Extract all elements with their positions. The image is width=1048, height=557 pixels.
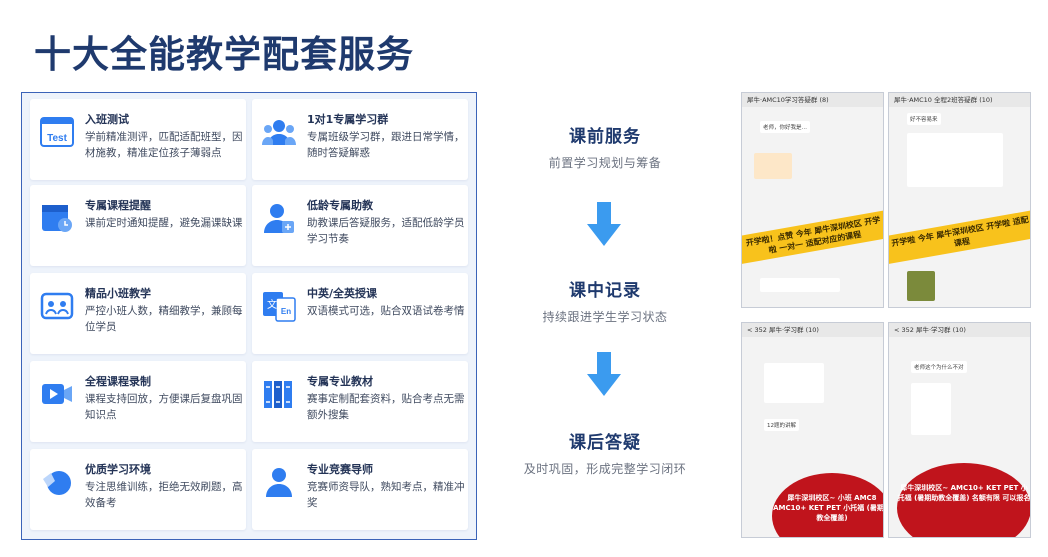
- step-desc: 持续跟进学生学习状态: [542, 310, 668, 324]
- service-card-course-reminder: 专属课程提醒 课前定时通知提醒，避免漏课缺课: [30, 185, 246, 266]
- svg-text:Test: Test: [47, 133, 67, 144]
- svg-text:En: En: [281, 307, 291, 316]
- service-desc: 专注思维训练，拒绝无效刷题，高效备考: [85, 481, 243, 509]
- service-card-mentor: 专业竞赛导师 竞赛师资导队，熟知考点，精准冲奖: [252, 449, 468, 530]
- service-desc: 助教课后答疑服务，适配低龄学员学习节奏: [307, 217, 465, 245]
- service-desc: 双语模式可选，贴合双语试卷考情: [307, 305, 465, 317]
- step-desc: 前置学习规划与筹备: [548, 156, 662, 170]
- promo-badge: 犀牛深圳校区~ AMC10+ KET PET 小托福 (暑期助教全覆盖) 名额有…: [897, 463, 1030, 537]
- service-desc: 学前精准测评，匹配适配班型，因材施教，精准定位孩子薄弱点: [85, 131, 243, 159]
- service-desc: 赛事定制配套资料，贴合考点无需额外搜集: [307, 393, 465, 421]
- chat-screenshot: < 352 犀牛·学习群 (10) 12题的讲解 犀牛深圳校区~ 小班 AMC8…: [741, 322, 884, 538]
- chat-message: 老师，你好我是…: [760, 121, 811, 133]
- services-panel: Test 入班测试 学前精准测评，匹配适配班型，因材施教，精准定位孩子薄弱点 1…: [21, 92, 477, 540]
- service-card-recording: 全程课程录制 课程支持回放，方便课后复盘巩固知识点: [30, 361, 246, 442]
- video-icon: [40, 377, 74, 411]
- step-desc: 及时巩固，形成完整学习闭环: [523, 462, 687, 476]
- chat-title: 犀牛·AMC10 全程2班答疑群 (10): [889, 93, 1030, 107]
- service-title: 精品小班教学: [85, 287, 151, 300]
- promo-badge: 犀牛深圳校区~ 小班 AMC8 AMC10+ KET PET 小托福 (暑期助教…: [772, 473, 883, 537]
- worksheet-image: [907, 133, 1003, 187]
- service-card-entrance-test: Test 入班测试 学前精准测评，匹配适配班型，因材施教，精准定位孩子薄弱点: [30, 99, 246, 180]
- reminder-icon: [40, 201, 74, 235]
- service-desc: 课前定时通知提醒，避免漏课缺课: [85, 217, 243, 229]
- promo-banner: 开学啦！点赞 今年 犀牛深圳校区 开学啦 一对一 适配对应的课程: [742, 209, 883, 265]
- chat-message: 好不容易来: [907, 113, 941, 125]
- chat-title: 犀牛·AMC10学习答疑群 (8): [742, 93, 883, 107]
- service-card-study-group: 1对1专属学习群 专属班级学习群，跟进日常学情，随时答疑解惑: [252, 99, 468, 180]
- service-title: 全程课程录制: [85, 375, 151, 388]
- step-title: 课中记录: [569, 281, 641, 301]
- service-desc: 专属班级学习群，跟进日常学情，随时答疑解惑: [307, 131, 465, 159]
- step-title: 课后答疑: [569, 433, 641, 453]
- video-message: [764, 363, 824, 403]
- service-title: 入班测试: [85, 113, 129, 126]
- environment-icon: [40, 465, 74, 499]
- chat-title: < 352 犀牛·学习群 (10): [742, 323, 883, 337]
- group-icon: [262, 115, 296, 149]
- test-icon: Test: [40, 115, 74, 149]
- chat-screenshot: 犀牛·AMC10学习答疑群 (8) 老师，你好我是… 开学啦！点赞 今年 犀牛深…: [741, 92, 884, 308]
- service-card-materials: 专属专业教材 赛事定制配套资料，贴合考点无需额外搜集: [252, 361, 468, 442]
- small-class-icon: [40, 289, 74, 323]
- service-title: 专属专业教材: [307, 375, 373, 388]
- chat-screenshot: < 352 犀牛·学习群 (10) 老师这个为什么不对 犀牛深圳校区~ AMC1…: [888, 322, 1031, 538]
- service-desc: 课程支持回放，方便课后复盘巩固知识点: [85, 393, 243, 421]
- chat-message: 老师这个为什么不对: [911, 361, 967, 373]
- service-card-assistant: 低龄专属助教 助教课后答疑服务，适配低龄学员学习节奏: [252, 185, 468, 266]
- arrow-down-icon: [587, 352, 621, 396]
- step-title: 课前服务: [569, 127, 641, 147]
- service-card-small-class: 精品小班教学 严控小班人数，精细教学，兼顾每位学员: [30, 273, 246, 354]
- service-card-bilingual: 文 En 中英/全英授课 双语模式可选，贴合双语试卷考情: [252, 273, 468, 354]
- books-icon: [262, 377, 296, 411]
- sticker-image: [754, 153, 792, 179]
- chat-title: < 352 犀牛·学习群 (10): [889, 323, 1030, 337]
- assistant-icon: [262, 201, 296, 235]
- promo-banner: 开学啦 今年 犀牛深圳校区 开学啦 适配课程: [889, 209, 1030, 265]
- svg-text:文: 文: [267, 298, 277, 311]
- service-title: 优质学习环境: [85, 463, 151, 476]
- step-after-class: 课后答疑 及时巩固，形成完整学习闭环: [495, 428, 715, 477]
- arrow-down-icon: [587, 202, 621, 246]
- photo-image: [907, 271, 935, 301]
- service-card-environment: 优质学习环境 专注思维训练，拒绝无效刷题，高效备考: [30, 449, 246, 530]
- bilingual-icon: 文 En: [262, 289, 296, 323]
- service-title: 专属课程提醒: [85, 199, 151, 212]
- service-title: 1对1专属学习群: [307, 113, 389, 126]
- service-desc: 严控小班人数，精细教学，兼顾每位学员: [85, 305, 243, 333]
- service-title: 专业竞赛导师: [307, 463, 373, 476]
- service-title: 低龄专属助教: [307, 199, 373, 212]
- service-title: 中英/全英授课: [307, 287, 378, 300]
- chat-message: 12题的讲解: [764, 419, 799, 431]
- chat-message: [760, 278, 840, 292]
- step-pre-class: 课前服务 前置学习规划与筹备: [495, 122, 715, 171]
- chat-screenshot: 犀牛·AMC10 全程2班答疑群 (10) 好不容易来 开学啦 今年 犀牛深圳校…: [888, 92, 1031, 308]
- service-desc: 竞赛师资导队，熟知考点，精准冲奖: [307, 481, 465, 509]
- step-in-class: 课中记录 持续跟进学生学习状态: [495, 276, 715, 325]
- mentor-icon: [262, 465, 296, 499]
- page-title: 十大全能教学配套服务: [34, 33, 414, 76]
- homework-photo: [911, 383, 951, 435]
